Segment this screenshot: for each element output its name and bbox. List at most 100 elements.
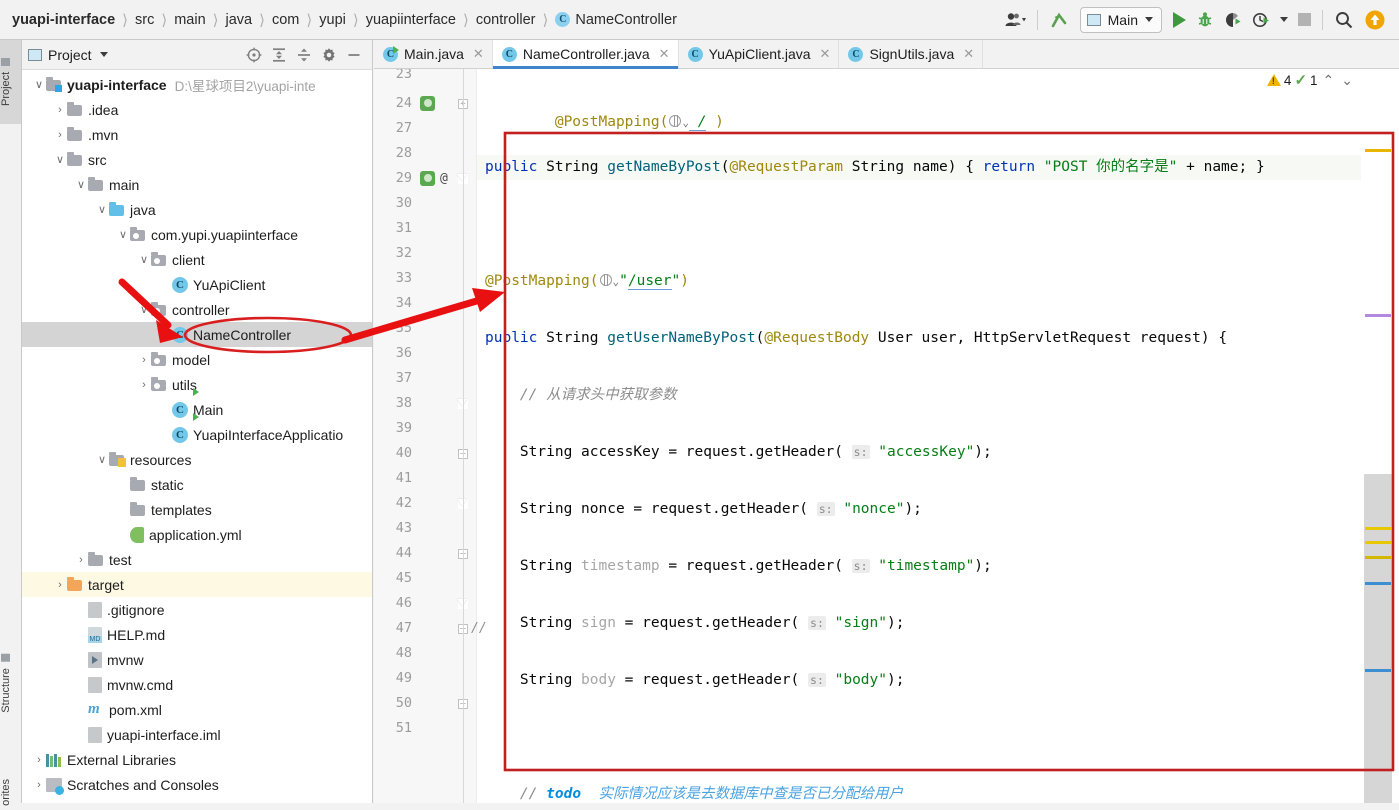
run-configuration-selector[interactable]: Main	[1079, 6, 1162, 33]
tree-item-main[interactable]: ∨ main	[22, 172, 372, 197]
chevron-down-icon[interactable]: ∨	[53, 153, 67, 166]
gutter-line-31[interactable]: 31	[374, 216, 476, 241]
chevron-down-icon[interactable]: ∨	[137, 303, 151, 316]
run-with-coverage-button[interactable]	[1219, 6, 1247, 34]
tree-item-gitignore[interactable]: .gitignore	[22, 597, 372, 622]
profiler-button[interactable]	[1247, 6, 1275, 34]
stop-button[interactable]	[1293, 6, 1316, 34]
tool-window-project[interactable]: Project	[0, 40, 21, 124]
editor-tab-namecontroller[interactable]: C NameController.java ✕	[492, 40, 679, 69]
editor-scrollbar-thumb[interactable]	[1364, 474, 1392, 803]
next-highlight-icon[interactable]: ⌄	[1339, 72, 1355, 89]
marker-stripe[interactable]	[1365, 541, 1391, 544]
chevron-right-icon[interactable]: ›	[32, 779, 46, 791]
breadcrumb-item-yuapiinterface[interactable]: yuapiinterface	[366, 12, 456, 28]
breadcrumb-item-com[interactable]: com	[272, 12, 299, 28]
tree-item-pom-xml[interactable]: m pom.xml	[22, 697, 372, 722]
gutter-line-37[interactable]: 37	[374, 366, 476, 391]
chevron-down-icon[interactable]: ∨	[32, 78, 46, 91]
close-icon[interactable]: ✕	[963, 46, 974, 62]
tree-item-help-md[interactable]: HELP.md	[22, 622, 372, 647]
marker-stripe[interactable]	[1365, 556, 1391, 559]
editor-tab-yuapiclient[interactable]: C YuApiClient.java ✕	[678, 40, 840, 68]
tool-window-favorites[interactable]: orites	[0, 775, 21, 810]
gutter-line-49[interactable]: 49	[374, 666, 476, 691]
tree-item-namecontroller[interactable]: C NameController	[22, 322, 372, 347]
tree-item-yuapiclient[interactable]: C YuApiClient	[22, 272, 372, 297]
run-button[interactable]	[1168, 6, 1191, 34]
gutter-line-30[interactable]: 30	[374, 191, 476, 216]
breadcrumb-item-src[interactable]: src	[135, 12, 154, 28]
gutter-line-47[interactable]: 47–//	[374, 616, 487, 641]
editor-tab-signutils[interactable]: C SignUtils.java ✕	[839, 40, 984, 68]
gutter-line-43[interactable]: 43	[374, 516, 476, 541]
profiler-dropdown-icon[interactable]	[1275, 6, 1293, 34]
gutter-line-32[interactable]: 32	[374, 241, 476, 266]
select-opened-file-icon[interactable]	[246, 47, 262, 63]
breadcrumb[interactable]: yuapi-interface ⟩ src ⟩ main ⟩ java ⟩ co…	[0, 11, 999, 29]
breadcrumb-item-namecontroller[interactable]: NameController	[575, 12, 677, 28]
collapse-all-icon[interactable]	[296, 47, 312, 63]
close-icon[interactable]: ✕	[473, 46, 484, 62]
gutter-line-27[interactable]: 27	[374, 116, 476, 141]
marker-stripe[interactable]	[1365, 527, 1391, 530]
tool-window-structure[interactable]: Structure	[0, 650, 21, 717]
gutter-line-48[interactable]: 48	[374, 641, 476, 666]
debug-button[interactable]	[1191, 6, 1219, 34]
tree-item-static[interactable]: static	[22, 472, 372, 497]
chevron-right-icon[interactable]: ›	[53, 104, 67, 116]
gutter-line-41[interactable]: 41	[374, 466, 476, 491]
inspection-widget[interactable]: 4 ✓ 1 ⌃ ⌄	[1266, 71, 1355, 89]
gutter-line-38[interactable]: 38	[374, 391, 476, 416]
chevron-down-icon[interactable]: ∨	[137, 253, 151, 266]
tree-item-mvnw-cmd[interactable]: mvnw.cmd	[22, 672, 372, 697]
tree-item-mvn[interactable]: › .mvn	[22, 122, 372, 147]
update-project-icon[interactable]	[1044, 6, 1074, 34]
tree-item-yuapi-interface-iml[interactable]: yuapi-interface.iml	[22, 722, 372, 747]
editor-marker-bar[interactable]	[1361, 69, 1399, 803]
user-avatar-icon[interactable]	[999, 6, 1031, 34]
breadcrumb-item-project[interactable]: yuapi-interface	[12, 12, 115, 28]
gutter-line-24[interactable]: 24+	[374, 91, 476, 116]
marker-stripe[interactable]	[1365, 149, 1391, 152]
chevron-down-icon[interactable]: ∨	[74, 178, 88, 191]
chevron-right-icon[interactable]: ›	[53, 579, 67, 591]
gutter-line-29[interactable]: 29 @	[374, 166, 476, 191]
chevron-down-icon[interactable]	[1145, 17, 1153, 22]
gutter-line-36[interactable]: 36	[374, 341, 476, 366]
marker-stripe[interactable]	[1365, 669, 1391, 672]
tree-item-src[interactable]: ∨ src	[22, 147, 372, 172]
chevron-right-icon[interactable]: ›	[53, 129, 67, 141]
tree-item-mvnw[interactable]: mvnw	[22, 647, 372, 672]
marker-stripe[interactable]	[1365, 314, 1391, 317]
gutter-line-34[interactable]: 34	[374, 291, 476, 316]
gutter-line-45[interactable]: 45	[374, 566, 476, 591]
gutter-line-50[interactable]: 50–	[374, 691, 476, 716]
breadcrumb-item-yupi[interactable]: yupi	[319, 12, 346, 28]
chevron-down-icon[interactable]: ∨	[95, 203, 109, 216]
gutter-line-28[interactable]: 28	[374, 141, 476, 166]
tree-item-test[interactable]: › test	[22, 547, 372, 572]
tree-item-idea[interactable]: › .idea	[22, 97, 372, 122]
breadcrumb-item-java[interactable]: java	[226, 12, 253, 28]
tree-item-java[interactable]: ∨ java	[22, 197, 372, 222]
expand-all-icon[interactable]	[271, 47, 287, 63]
tree-item-yuapi-interface[interactable]: ∨ yuapi-interface D:\星球项目2\yuapi-inte	[22, 72, 372, 97]
gutter-line-33[interactable]: 33	[374, 266, 476, 291]
previous-highlight-icon[interactable]: ⌃	[1321, 72, 1337, 89]
gutter-line-46[interactable]: 46	[374, 591, 476, 616]
run-gutter-icon[interactable]	[420, 171, 435, 186]
chevron-down-icon[interactable]: ∨	[95, 453, 109, 466]
tree-item-resources[interactable]: ∨ resources	[22, 447, 372, 472]
tree-item-model[interactable]: › model	[22, 347, 372, 372]
tree-item-com-yupi-yuapiinterface[interactable]: ∨ com.yupi.yuapiinterface	[22, 222, 372, 247]
search-icon[interactable]	[1329, 6, 1359, 34]
chevron-down-icon[interactable]: ∨	[116, 228, 130, 241]
code-text[interactable]: @PostMapping(⌄ / ) public String getName…	[477, 69, 1361, 803]
close-icon[interactable]: ✕	[659, 46, 670, 62]
editor-gutter[interactable]: 23 24+ 27 28 29 @30 31 32 33 34 35 36 37 38 39 40– 41 42 4…	[374, 69, 487, 803]
code-editor[interactable]: 2324+272829@3031323334353637383940–41424…	[374, 69, 1399, 803]
hide-icon[interactable]	[346, 47, 362, 63]
project-tree[interactable]: ∨ yuapi-interface D:\星球项目2\yuapi-inte › .ide…	[22, 70, 372, 803]
marker-stripe[interactable]	[1365, 582, 1391, 585]
